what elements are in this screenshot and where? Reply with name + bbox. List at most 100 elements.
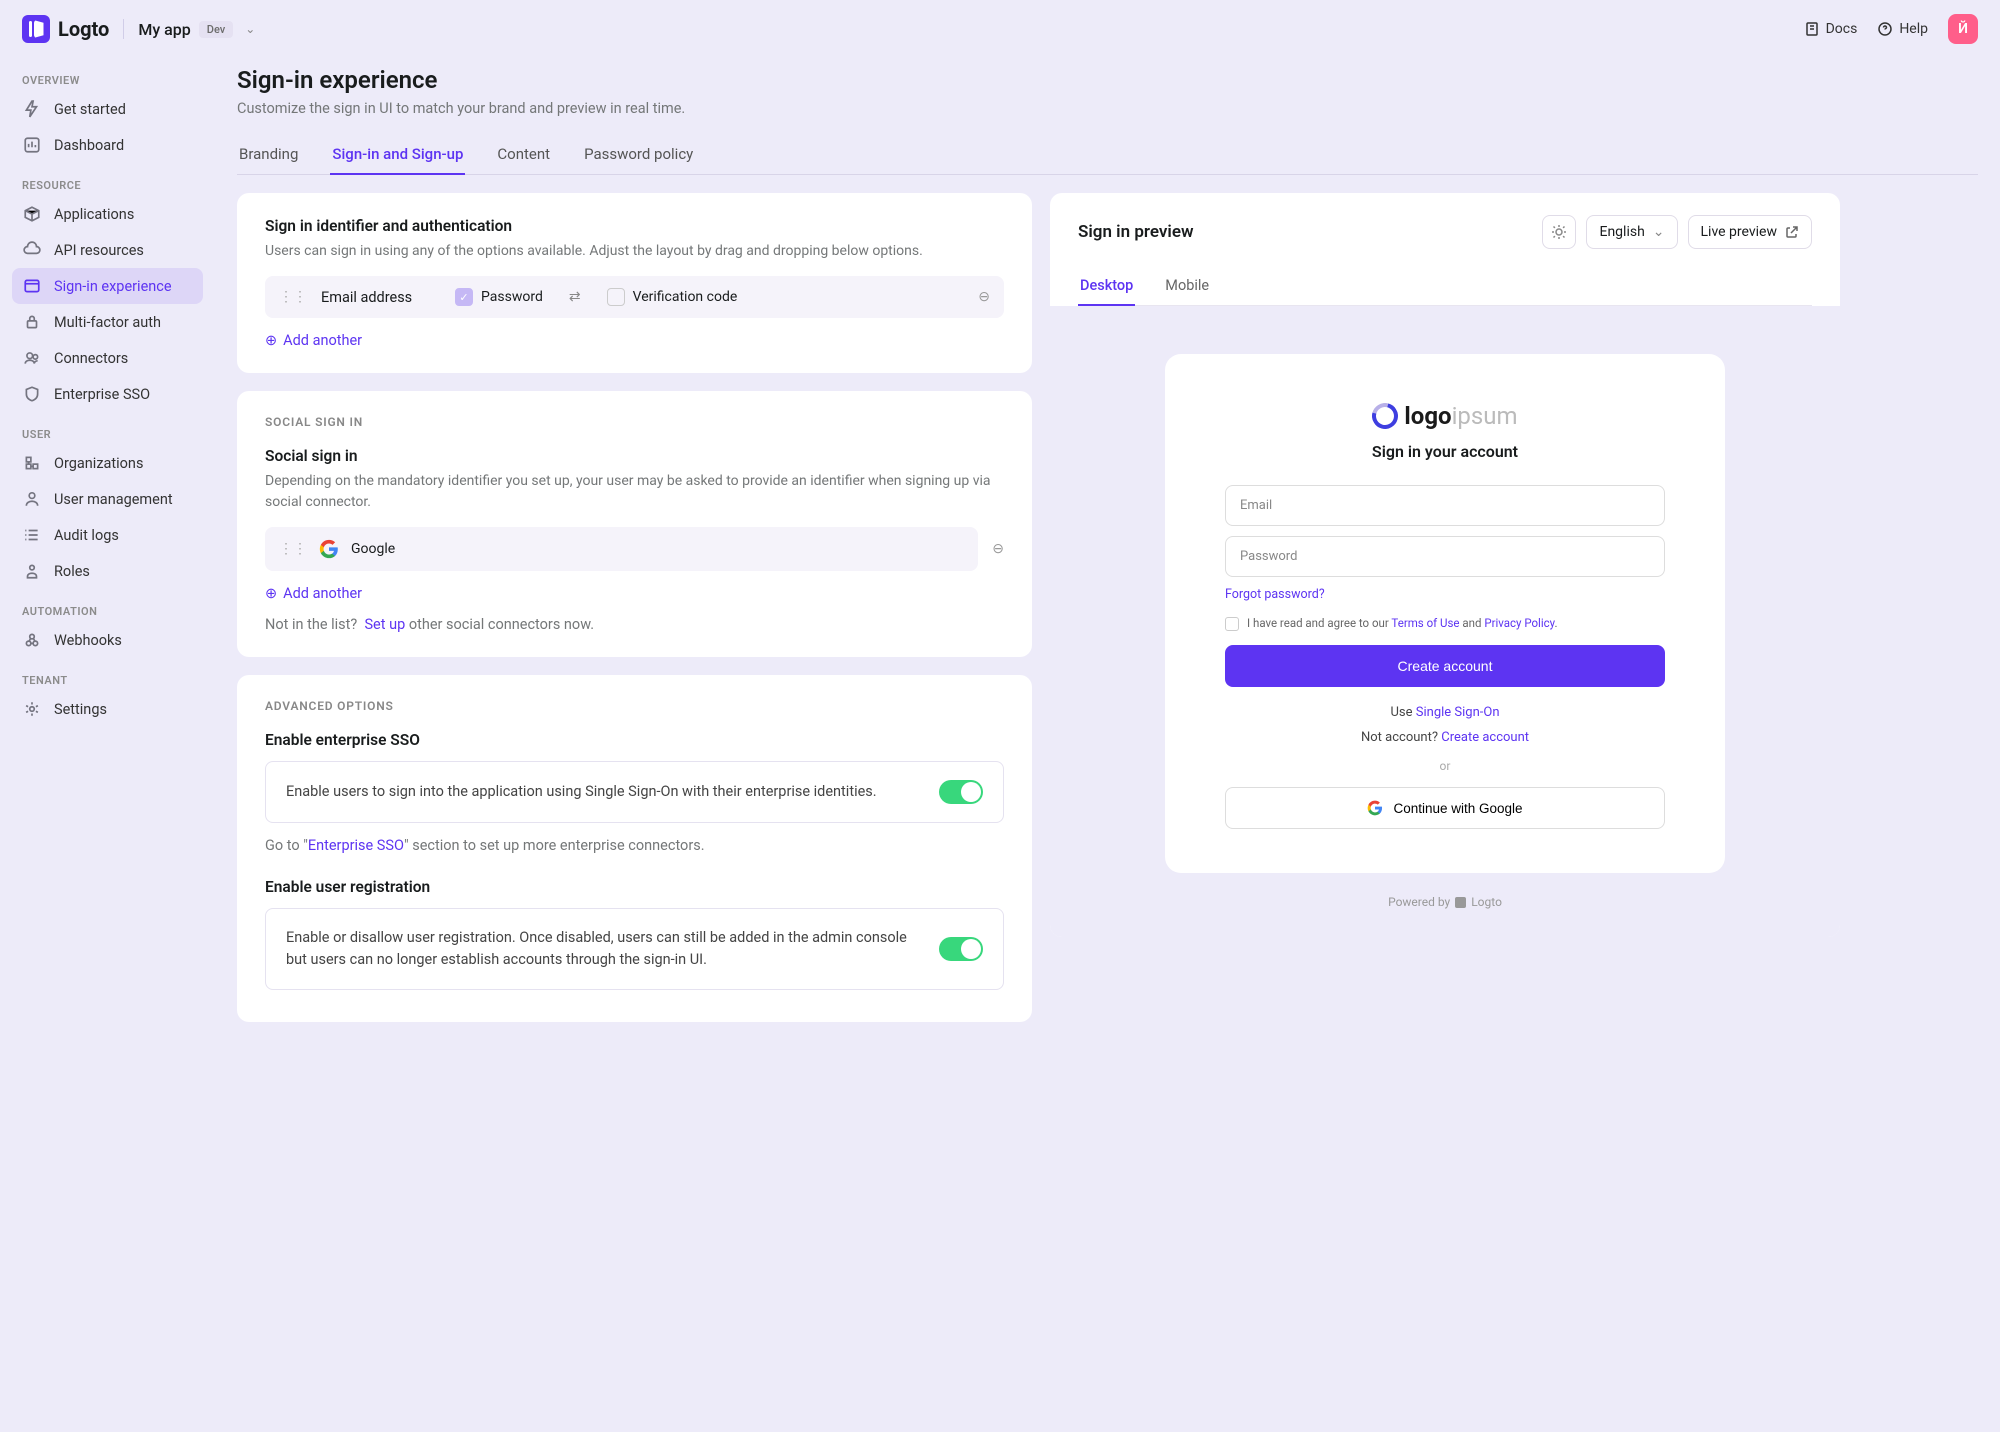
password-label: Password bbox=[481, 289, 543, 305]
preview-tab-desktop[interactable]: Desktop bbox=[1078, 267, 1135, 306]
drag-icon[interactable]: ⋮⋮ bbox=[279, 541, 307, 557]
sidebar-header: USER bbox=[12, 420, 203, 445]
sun-icon bbox=[1551, 224, 1567, 240]
tab-password-policy[interactable]: Password policy bbox=[582, 135, 695, 174]
language-label: English bbox=[1599, 224, 1644, 240]
lock-icon bbox=[22, 312, 42, 332]
signin-method-row[interactable]: ⋮⋮ Email address ✓ Password ⇄ Verificati… bbox=[265, 276, 1004, 318]
terms-link[interactable]: Terms of Use bbox=[1391, 616, 1459, 630]
page-subtitle: Customize the sign in UI to match your b… bbox=[237, 100, 1978, 117]
sidebar-item-connectors[interactable]: Connectors bbox=[12, 340, 203, 376]
privacy-link[interactable]: Privacy Policy bbox=[1484, 616, 1554, 630]
tab-branding[interactable]: Branding bbox=[237, 135, 300, 174]
sso-toggle-card: Enable users to sign into the applicatio… bbox=[265, 761, 1004, 823]
logto-mini-icon bbox=[1455, 897, 1466, 908]
preview-tab-mobile[interactable]: Mobile bbox=[1163, 267, 1211, 305]
sso-title: Enable enterprise SSO bbox=[265, 731, 1004, 749]
sidebar-item-label: API resources bbox=[54, 242, 144, 259]
setup-link[interactable]: Set up bbox=[364, 616, 405, 633]
advanced-card: ADVANCED OPTIONS Enable enterprise SSO E… bbox=[237, 675, 1032, 1022]
plus-icon: ⊕ bbox=[265, 332, 277, 349]
remove-icon[interactable]: ⊖ bbox=[992, 541, 1004, 557]
or-divider: or bbox=[1225, 759, 1665, 773]
preview-tabs: Desktop Mobile bbox=[1078, 267, 1812, 306]
sidebar-item-get-started[interactable]: Get started bbox=[12, 91, 203, 127]
forgot-link[interactable]: Forgot password? bbox=[1225, 587, 1665, 602]
reg-desc: Enable or disallow user registration. On… bbox=[286, 927, 919, 971]
enterprise-sso-link[interactable]: Enterprise SSO bbox=[308, 837, 404, 854]
sidebar-item-label: Applications bbox=[54, 206, 134, 223]
password-checkbox[interactable]: ✓ Password bbox=[455, 288, 543, 306]
sidebar-item-roles[interactable]: Roles bbox=[12, 553, 203, 589]
verification-label: Verification code bbox=[633, 289, 738, 305]
tab-content[interactable]: Content bbox=[495, 135, 552, 174]
sidebar-item-applications[interactable]: Applications bbox=[12, 196, 203, 232]
live-preview-button[interactable]: Live preview bbox=[1688, 215, 1812, 249]
reg-toggle[interactable] bbox=[939, 937, 983, 961]
terms-row: I have read and agree to our Terms of Us… bbox=[1225, 616, 1665, 631]
social-desc: Depending on the mandatory identifier yo… bbox=[265, 471, 1004, 513]
add-social[interactable]: ⊕ Add another bbox=[265, 585, 1004, 602]
users-icon bbox=[22, 348, 42, 368]
sidebar-item-sign-in-experience[interactable]: Sign-in experience bbox=[12, 268, 203, 304]
sso-link[interactable]: Single Sign-On bbox=[1416, 705, 1500, 720]
preview-card: Sign in preview English ⌄ bbox=[1050, 193, 1840, 937]
page-title: Sign-in experience bbox=[237, 66, 1978, 94]
verification-checkbox[interactable]: Verification code bbox=[607, 288, 738, 306]
app-name: My app bbox=[138, 20, 190, 39]
language-selector[interactable]: English ⌄ bbox=[1586, 215, 1677, 249]
create-link[interactable]: Create account bbox=[1441, 730, 1529, 745]
email-field[interactable]: Email bbox=[1225, 485, 1665, 526]
sidebar-item-label: Connectors bbox=[54, 350, 128, 367]
chevron-down-icon: ⌄ bbox=[1653, 224, 1665, 240]
help-link[interactable]: Help bbox=[1877, 21, 1928, 37]
create-account-button[interactable]: Create account bbox=[1225, 645, 1665, 687]
docs-label: Docs bbox=[1826, 21, 1858, 37]
avatar[interactable]: Й bbox=[1948, 14, 1978, 44]
sidebar-item-enterprise-sso[interactable]: Enterprise SSO bbox=[12, 376, 203, 412]
terms-checkbox[interactable] bbox=[1225, 617, 1239, 631]
sidebar-item-api-resources[interactable]: API resources bbox=[12, 232, 203, 268]
role-icon bbox=[22, 561, 42, 581]
cloud-icon bbox=[22, 240, 42, 260]
provider-label: Google bbox=[351, 541, 395, 557]
sidebar-item-settings[interactable]: Settings bbox=[12, 691, 203, 727]
sidebar-item-label: Audit logs bbox=[54, 527, 119, 544]
sidebar-item-label: Dashboard bbox=[54, 137, 124, 154]
sidebar-item-webhooks[interactable]: Webhooks bbox=[12, 622, 203, 658]
sidebar-header: OVERVIEW bbox=[12, 66, 203, 91]
signin-card: Sign in identifier and authentication Us… bbox=[237, 193, 1032, 373]
page-tabs: Branding Sign-in and Sign-up Content Passwo… bbox=[237, 135, 1978, 175]
sidebar-item-multi-factor-auth[interactable]: Multi-factor auth bbox=[12, 304, 203, 340]
sso-desc: Enable users to sign into the applicatio… bbox=[286, 781, 919, 803]
app-selector[interactable]: My app Dev ⌄ bbox=[138, 20, 255, 39]
reg-toggle-card: Enable or disallow user registration. On… bbox=[265, 908, 1004, 990]
logto-logo[interactable]: Logto bbox=[22, 15, 109, 43]
sidebar-item-label: Get started bbox=[54, 101, 126, 118]
sidebar-item-label: Sign-in experience bbox=[54, 278, 172, 295]
tab-sign-in-and-sign-up[interactable]: Sign-in and Sign-up bbox=[330, 135, 465, 175]
password-field[interactable]: Password bbox=[1225, 536, 1665, 577]
sidebar-item-organizations[interactable]: Organizations bbox=[12, 445, 203, 481]
window-icon bbox=[22, 276, 42, 296]
sidebar-item-user-management[interactable]: User management bbox=[12, 481, 203, 517]
help-icon bbox=[1877, 21, 1893, 37]
no-account-row: Not account? Create account bbox=[1225, 730, 1665, 745]
gear-icon bbox=[22, 699, 42, 719]
add-signin-method[interactable]: ⊕ Add another bbox=[265, 332, 1004, 349]
google-signin-button[interactable]: Continue with Google bbox=[1225, 787, 1665, 829]
drag-icon[interactable]: ⋮⋮ bbox=[279, 289, 307, 305]
sso-row: Use Single Sign-On bbox=[1225, 705, 1665, 720]
sidebar-item-dashboard[interactable]: Dashboard bbox=[12, 127, 203, 163]
remove-icon[interactable]: ⊖ bbox=[978, 289, 990, 305]
preview-footer: Powered by Logto bbox=[1110, 895, 1780, 909]
swap-icon[interactable]: ⇄ bbox=[569, 289, 581, 305]
sso-toggle[interactable] bbox=[939, 780, 983, 804]
preview-mock: logoipsum Sign in your account Email Pas… bbox=[1165, 354, 1725, 873]
sidebar-item-label: Enterprise SSO bbox=[54, 386, 150, 403]
theme-toggle[interactable] bbox=[1542, 215, 1576, 249]
social-provider-row[interactable]: ⋮⋮ Google bbox=[265, 527, 978, 571]
sidebar-item-audit-logs[interactable]: Audit logs bbox=[12, 517, 203, 553]
sidebar-item-label: Organizations bbox=[54, 455, 143, 472]
docs-link[interactable]: Docs bbox=[1804, 21, 1858, 37]
